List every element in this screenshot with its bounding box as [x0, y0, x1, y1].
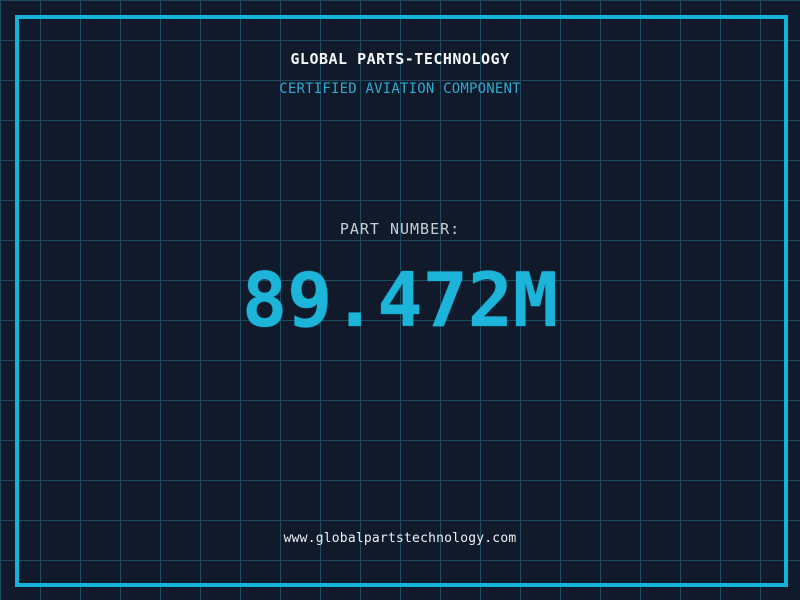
part-number-label: PART NUMBER: — [339, 220, 461, 238]
certification-subtitle: CERTIFIED AVIATION COMPONENT — [279, 81, 521, 97]
part-number-value: 89.472M — [241, 256, 559, 344]
blueprint-screen-background: GLOBAL PARTS-TECHNOLOGY CERTIFIED AVIATI… — [0, 0, 800, 600]
website-url: www.globalpartstechnology.com — [283, 531, 517, 546]
company-name-title: GLOBAL PARTS-TECHNOLOGY — [290, 50, 510, 68]
